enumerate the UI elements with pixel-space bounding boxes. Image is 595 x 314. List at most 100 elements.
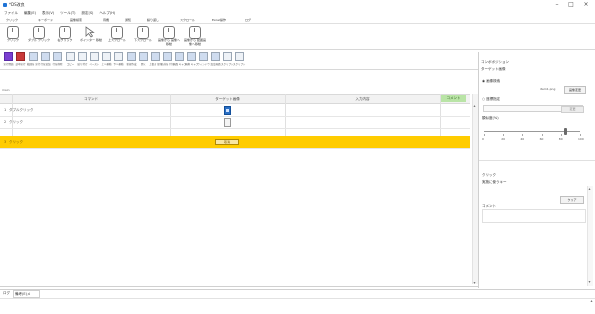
slider-tick-label: 0 — [482, 137, 484, 141]
app-icon — [3, 3, 7, 7]
tool-label: 右クリック — [57, 38, 73, 42]
close-button[interactable]: × — [581, 1, 591, 9]
command-icon — [199, 52, 208, 61]
target-image-label: ターゲット画像 — [481, 67, 506, 71]
command-button[interactable]: 画像 キャプチャ — [185, 52, 198, 66]
command-button[interactable]: 開く — [138, 52, 149, 66]
tab-log-bottom[interactable]: ログ — [3, 291, 10, 296]
tab-note[interactable]: 備考(E)メ — [13, 290, 40, 298]
command-button[interactable]: 実行開始 — [3, 52, 14, 66]
command-icon — [223, 52, 232, 61]
command-button[interactable]: ウィンドウ — [197, 52, 210, 66]
header-input[interactable]: 入力内容 — [285, 95, 440, 103]
scroll-up-tool-button[interactable]: 上スクロール — [106, 25, 128, 47]
row-command: クリック — [9, 120, 23, 124]
menu-file[interactable]: ファイル — [4, 10, 18, 17]
click-tool-button[interactable]: クリック — [2, 25, 24, 47]
command-icon — [78, 52, 87, 61]
menu-view[interactable]: 表示(V) — [42, 10, 54, 17]
command-button[interactable]: コピー — [65, 52, 76, 66]
command-label: スクリプト 停止 — [233, 63, 246, 66]
menu-tools[interactable]: ツール(T) — [60, 10, 75, 17]
scroll-down-arrow-icon[interactable]: ▾ — [587, 279, 592, 284]
image-file-name: item1.png — [540, 87, 556, 91]
properties-title: コンボポジション — [481, 60, 509, 64]
scroll-up-arrow-icon[interactable]: ▴ — [587, 186, 592, 191]
header-comment[interactable]: コメント — [441, 95, 466, 102]
tool-label: 下スクロール — [133, 38, 152, 42]
scroll-up-arrow-icon[interactable]: ▴ — [589, 298, 594, 313]
image-search-radio[interactable]: ◉ 画像検索 — [482, 79, 500, 84]
divider — [0, 69, 478, 70]
position-radio[interactable]: ○ 座標指定 — [482, 97, 500, 102]
command-button[interactable]: ペースト — [89, 52, 100, 66]
scroll-down-arrow-icon[interactable]: ▾ — [472, 280, 477, 285]
header-command[interactable]: コマンド — [12, 95, 170, 103]
command-button[interactable]: 下へ移動 — [113, 52, 124, 66]
command-button[interactable]: 行を追加 — [40, 52, 51, 66]
window-title: *DS改良 — [9, 2, 25, 7]
command-button[interactable]: 設定画面 — [210, 52, 221, 66]
command-button[interactable]: 貼り付け — [77, 52, 88, 66]
change-image-button[interactable]: 画像変更 — [564, 86, 586, 94]
slider-tick-label: 80 — [558, 137, 563, 141]
command-icon — [16, 52, 25, 61]
image-to-image-tool-button[interactable]: 画像から 画像へ移動 — [158, 25, 180, 47]
command-button[interactable]: 上へ移動 — [101, 52, 112, 66]
command-icon — [175, 52, 184, 61]
command-button[interactable]: スクリプト 記録 — [221, 52, 234, 66]
slider-tick-label: 60 — [539, 137, 544, 141]
command-icon — [41, 52, 50, 61]
title-bar — [0, 0, 595, 10]
menu-help[interactable]: ヘルプ(H) — [99, 10, 115, 17]
command-icon — [187, 52, 196, 61]
divider — [0, 286, 478, 287]
tool-label: クリック — [6, 38, 19, 42]
command-icon — [4, 52, 13, 61]
maximize-button[interactable]: □ — [566, 1, 576, 9]
command-button[interactable]: 新規作成 — [126, 52, 137, 66]
panel-scrollbar[interactable] — [587, 186, 593, 286]
slider-tick — [541, 134, 543, 136]
target-image-thumbnail[interactable] — [224, 118, 231, 127]
menu-settings[interactable]: 設定(S) — [81, 10, 93, 17]
command-button[interactable]: 上書き 保存 — [149, 52, 162, 66]
menu-bar: ファイル 編集(E) 表示(V) ツール(T) 設定(S) ヘルプ(H) — [0, 10, 595, 17]
slider-tick-label: 20 — [501, 137, 506, 141]
radio-label: 座標指定 — [486, 97, 501, 101]
change-position-button[interactable]: 変更 — [561, 106, 584, 113]
command-button[interactable]: 画面 キャプチャ — [173, 52, 186, 66]
sheet-tab[interactable]: main — [2, 88, 10, 92]
command-button[interactable]: 名前を 付けて保存 — [161, 52, 174, 66]
slider-tick — [503, 134, 505, 136]
tool-label: ポインター 移動 — [80, 38, 102, 42]
right-click-tool-button[interactable]: 右クリック — [54, 25, 76, 47]
command-button[interactable]: 範囲を 実行 — [27, 52, 40, 66]
image-range-tool-button[interactable]: 画像から 範囲画像へ移動 — [184, 25, 206, 47]
target-image-thumbnail[interactable] — [224, 106, 231, 115]
double-click-tool-button[interactable]: ダブル クリック — [28, 25, 50, 47]
command-icon — [114, 52, 123, 61]
panel-splitter[interactable] — [478, 52, 479, 288]
clear-button[interactable]: クリア — [560, 196, 584, 204]
command-icon — [127, 52, 136, 61]
slider-tick — [580, 134, 581, 136]
menu-edit[interactable]: 編集(E) — [24, 10, 36, 17]
command-button[interactable]: 途中実行 — [15, 52, 26, 66]
header-target[interactable]: ターゲット画像 — [170, 95, 285, 103]
command-label: 行を削除 — [52, 63, 63, 66]
scroll-up-arrow-icon[interactable]: ▴ — [472, 103, 477, 108]
grid-header: コマンド ターゲット画像 入力内容 — [0, 94, 470, 104]
pointer-move-tool-button[interactable]: ポインター 移動 — [80, 25, 102, 47]
command-icon — [163, 52, 172, 61]
tool-label: ダブル クリック — [28, 38, 50, 42]
target-button-thumbnail[interactable]: 取消 — [215, 139, 239, 145]
command-button[interactable]: 行を削除 — [52, 52, 63, 66]
divider — [0, 23, 595, 24]
scroll-down-tool-button[interactable]: 下スクロール — [132, 25, 154, 47]
command-button[interactable]: スクリプト 停止 — [233, 52, 246, 66]
slider-handle[interactable] — [564, 128, 568, 135]
comment-field[interactable] — [482, 209, 586, 223]
table-row[interactable]: 2 クリック — [0, 116, 470, 129]
minimize-button[interactable]: – — [552, 1, 562, 9]
